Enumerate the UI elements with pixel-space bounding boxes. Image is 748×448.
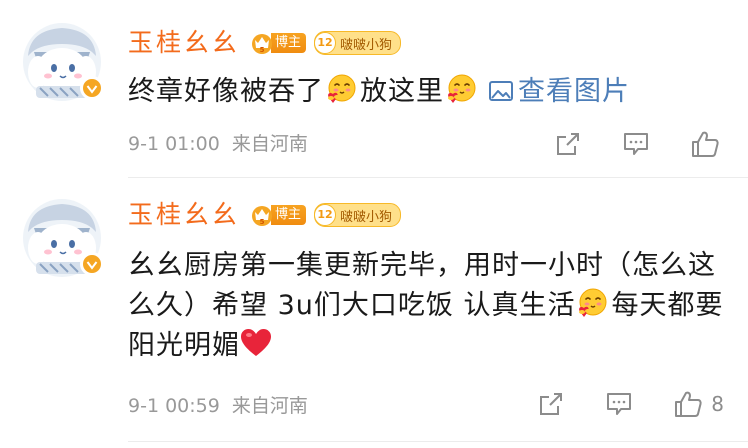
share-icon: [554, 130, 582, 158]
username[interactable]: 玉桂幺幺: [128, 198, 240, 232]
comment-meta: 9-1 00:59 来自河南: [128, 394, 308, 418]
avatar[interactable]: [22, 198, 104, 278]
heart-hug-emoji-icon: [446, 73, 478, 105]
comment-header: 玉桂幺幺 博主 12 啵啵小狗: [128, 26, 402, 60]
comment-item: 玉桂幺幺 博主 12 啵啵小狗 幺幺厨房第一集更新完毕，用时一小时（怎么这么久）…: [0, 178, 748, 448]
verified-icon: [80, 76, 104, 100]
avatar[interactable]: [22, 22, 104, 102]
picture-icon: [488, 80, 514, 102]
divider: [128, 441, 748, 442]
blogger-badge: 博主: [250, 31, 307, 55]
reply-button[interactable]: [622, 130, 650, 158]
like-button[interactable]: [690, 129, 720, 159]
share-button[interactable]: [537, 390, 565, 418]
comment-time: 9-1 01:00: [128, 133, 220, 155]
comment-item: 玉桂幺幺 博主 12 啵啵小狗 终章好像被吞了 放这里 查看图片 9-1 01:00…: [0, 0, 748, 178]
blogger-badge-label: 博主: [271, 33, 307, 53]
crown-icon: [250, 31, 274, 55]
comment-meta: 9-1 01:00 来自河南: [128, 132, 308, 156]
comment-icon: [622, 130, 650, 158]
comment-text-part: 终章好像被吞了: [128, 76, 324, 107]
view-image-link[interactable]: 查看图片: [488, 76, 630, 107]
comment-text-part: 放这里: [360, 76, 444, 107]
comment-source: 来自河南: [231, 395, 308, 417]
verified-icon: [80, 252, 104, 276]
comment-source: 来自河南: [231, 133, 308, 155]
crown-icon: [250, 203, 274, 227]
comment-header: 玉桂幺幺 博主 12 啵啵小狗: [128, 198, 402, 232]
like-count: 8: [711, 392, 724, 416]
thumbs-up-icon: [673, 389, 703, 419]
comment-icon: [605, 390, 633, 418]
blogger-badge-label: 博主: [271, 205, 307, 225]
heart-hug-emoji-icon: [577, 287, 609, 319]
comment-text: 幺幺厨房第一集更新完毕，用时一小时（怎么这么久）希望 3u们大口吃饭 认真生活每…: [128, 246, 728, 366]
fan-level: 12: [314, 32, 337, 54]
thumbs-up-icon: [690, 129, 720, 159]
username[interactable]: 玉桂幺幺: [128, 26, 240, 60]
like-button[interactable]: 8: [673, 389, 724, 419]
reply-button[interactable]: [605, 390, 633, 418]
fan-level: 12: [314, 204, 337, 226]
view-image-label: 查看图片: [518, 76, 630, 107]
blogger-badge: 博主: [250, 203, 307, 227]
fan-badge-name: 啵啵小狗: [340, 209, 393, 225]
fan-badge-name: 啵啵小狗: [340, 37, 393, 53]
heart-hug-emoji-icon: [326, 73, 358, 105]
red-heart-emoji-icon: [240, 328, 272, 358]
fan-badge[interactable]: 12 啵啵小狗: [314, 203, 402, 227]
share-button[interactable]: [554, 130, 582, 158]
comment-time: 9-1 00:59: [128, 395, 220, 417]
comment-actions: [554, 128, 720, 160]
comment-text: 终章好像被吞了 放这里 查看图片: [128, 72, 728, 112]
comment-actions: 8: [537, 388, 724, 420]
fan-badge[interactable]: 12 啵啵小狗: [314, 31, 402, 55]
share-icon: [537, 390, 565, 418]
